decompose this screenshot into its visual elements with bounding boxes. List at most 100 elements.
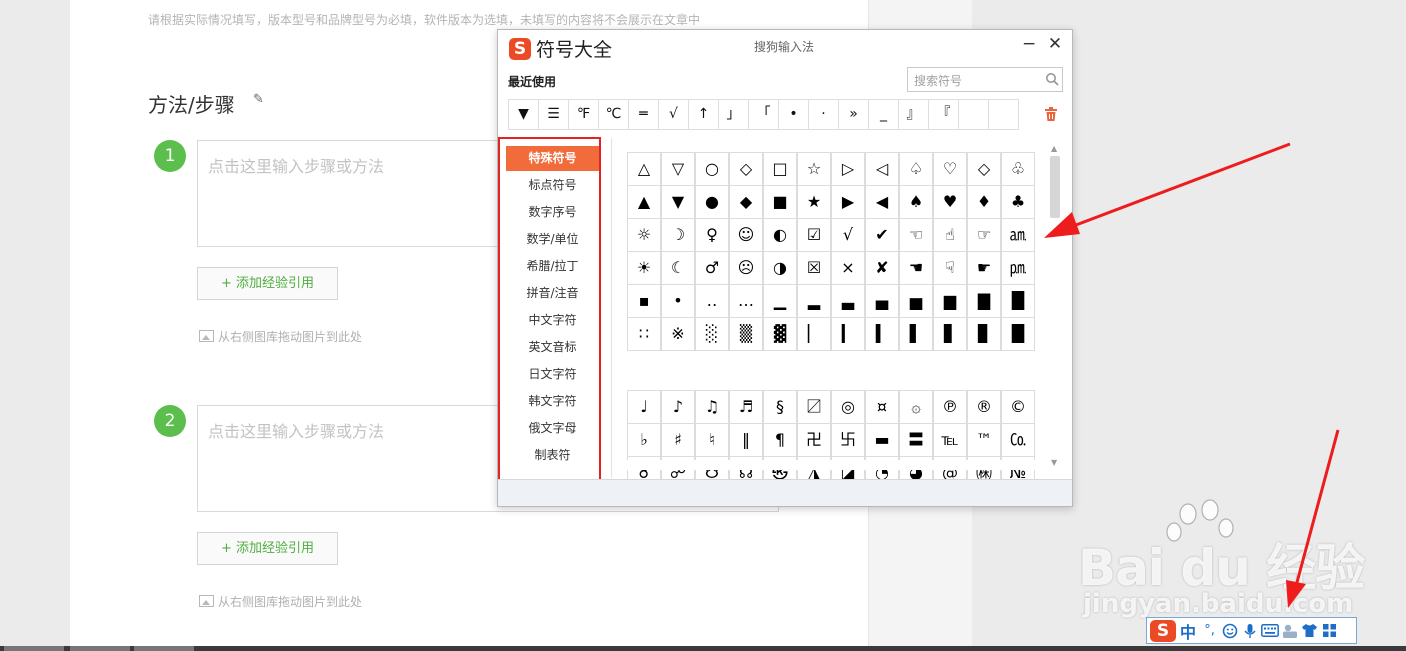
symbol-cell[interactable]: ▅ <box>899 284 933 318</box>
add-citation-button[interactable]: + 添加经验引用 <box>197 532 338 565</box>
sogou-ime-logo[interactable]: S <box>1150 619 1176 642</box>
symbol-cell[interactable]: ‥ <box>695 284 729 318</box>
symbol-cell[interactable]: ♠ <box>899 185 933 219</box>
recent-symbol[interactable]: » <box>838 99 869 130</box>
minimize-button[interactable]: − <box>1022 34 1036 54</box>
symbol-cell[interactable]: ♦ <box>967 185 1001 219</box>
category-item[interactable]: 英文音标 <box>506 335 599 360</box>
symbol-cell[interactable]: ※ <box>661 317 695 351</box>
symbol-cell[interactable]: 〼 <box>797 390 831 424</box>
symbol-cell[interactable]: ▼ <box>661 185 695 219</box>
symbol-cell[interactable]: ۞ <box>899 390 933 424</box>
recent-symbol[interactable]: ℃ <box>598 99 629 130</box>
symbol-cell[interactable]: ▎ <box>831 317 865 351</box>
symbol-cell[interactable]: ™ <box>967 423 1001 457</box>
symbol-cell[interactable]: ♭ <box>627 423 661 457</box>
recent-symbol[interactable]: · <box>808 99 839 130</box>
symbol-cell[interactable]: ▶ <box>831 185 865 219</box>
recent-symbol[interactable]: 』 <box>898 99 929 130</box>
recent-symbol[interactable]: ▼ <box>508 99 539 130</box>
category-item[interactable]: 希腊/拉丁 <box>506 254 599 279</box>
symbol-cell[interactable]: ♪ <box>661 390 695 424</box>
category-item[interactable]: 制表符 <box>506 443 599 468</box>
recent-symbol[interactable]: ℉ <box>568 99 599 130</box>
symbol-cell[interactable]: § <box>763 390 797 424</box>
category-item[interactable]: 拼音/注音 <box>506 281 599 306</box>
symbol-cell[interactable]: 卐 <box>831 423 865 457</box>
symbol-cell[interactable]: ☆ <box>797 152 831 186</box>
symbol-cell[interactable]: □ <box>763 152 797 186</box>
shirt-icon[interactable] <box>1300 621 1319 641</box>
symbol-cell[interactable]: ♯ <box>661 423 695 457</box>
symbol-cell[interactable]: ☛ <box>967 251 1001 285</box>
symbol-cell[interactable]: ♤ <box>899 152 933 186</box>
symbol-scrollbar[interactable]: ▲ ▼ <box>1049 144 1061 470</box>
symbol-cell[interactable]: ℡ <box>933 423 967 457</box>
microphone-icon[interactable] <box>1240 621 1259 641</box>
symbol-cell[interactable]: ◁ <box>865 152 899 186</box>
symbol-cell[interactable]: △ <box>627 152 661 186</box>
symbol-cell[interactable]: ☼ <box>627 218 661 252</box>
category-item[interactable]: 中文字符 <box>506 308 599 333</box>
toolbox-icon[interactable] <box>1280 621 1299 641</box>
recent-symbol[interactable]: ↑ <box>688 99 719 130</box>
symbol-cell[interactable]: ▬ <box>865 423 899 457</box>
symbol-cell[interactable]: ♫ <box>695 390 729 424</box>
recent-symbol[interactable] <box>988 99 1019 130</box>
taskbar-item[interactable] <box>4 646 64 651</box>
symbol-cell[interactable]: ♀ <box>695 218 729 252</box>
symbol-cell[interactable]: ✘ <box>865 251 899 285</box>
symbol-cell[interactable]: ◇ <box>729 152 763 186</box>
symbol-cell[interactable]: ♣ <box>1001 185 1035 219</box>
symbol-cell[interactable]: ☹ <box>729 251 763 285</box>
category-item[interactable]: 俄文字母 <box>506 416 599 441</box>
symbol-cell[interactable]: … <box>729 284 763 318</box>
symbol-cell[interactable]: ☽ <box>661 218 695 252</box>
symbol-cell[interactable]: ◎ <box>831 390 865 424</box>
symbol-cell[interactable]: ○ <box>695 152 729 186</box>
symbol-cell[interactable]: ▍ <box>865 317 899 351</box>
symbol-cell[interactable]: © <box>1001 390 1035 424</box>
recent-symbol[interactable]: √ <box>658 99 689 130</box>
symbol-cell[interactable]: ◐ <box>763 218 797 252</box>
symbol-cell[interactable]: ㏇ <box>1001 423 1035 457</box>
symbol-cell[interactable]: ▲ <box>627 185 661 219</box>
recent-symbol[interactable]: ═ <box>628 99 659 130</box>
symbol-cell[interactable]: ☝ <box>933 218 967 252</box>
symbol-cell[interactable]: ☒ <box>797 251 831 285</box>
symbol-cell[interactable]: √ <box>831 218 865 252</box>
symbol-cell[interactable]: ♡ <box>933 152 967 186</box>
symbol-cell[interactable]: █ <box>1001 317 1035 351</box>
keyboard-icon[interactable] <box>1260 621 1279 641</box>
symbol-cell[interactable]: ♥ <box>933 185 967 219</box>
symbol-cell[interactable]: ¤ <box>865 390 899 424</box>
recent-symbol[interactable]: ☰ <box>538 99 569 130</box>
ime-mode-toggle[interactable]: 中 <box>1180 619 1196 643</box>
scroll-thumb[interactable] <box>1050 156 1060 218</box>
symbol-cell[interactable]: ◇ <box>967 152 1001 186</box>
symbol-cell[interactable]: ▽ <box>661 152 695 186</box>
symbol-cell[interactable]: ▒ <box>729 317 763 351</box>
symbol-cell[interactable]: ▌ <box>899 317 933 351</box>
symbol-cell[interactable]: ▊ <box>967 317 1001 351</box>
symbol-cell[interactable]: ★ <box>797 185 831 219</box>
symbol-cell[interactable]: ¶ <box>763 423 797 457</box>
symbol-cell[interactable]: ☺ <box>729 218 763 252</box>
symbol-cell[interactable]: 〓 <box>899 423 933 457</box>
symbol-cell[interactable]: ㏘ <box>1001 251 1035 285</box>
scroll-down-icon[interactable]: ▼ <box>1051 458 1057 467</box>
symbol-cell[interactable]: ▏ <box>797 317 831 351</box>
symbol-cell[interactable]: ▂ <box>797 284 831 318</box>
category-item[interactable]: 标点符号 <box>506 173 599 198</box>
recent-symbol[interactable]: • <box>778 99 809 130</box>
symbol-cell[interactable]: ☑ <box>797 218 831 252</box>
symbol-cell[interactable]: 卍 <box>797 423 831 457</box>
symbol-cell[interactable]: ☚ <box>899 251 933 285</box>
symbol-cell[interactable]: ☀ <box>627 251 661 285</box>
symbol-cell[interactable]: ‖ <box>729 423 763 457</box>
symbol-cell[interactable]: ▪ <box>627 284 661 318</box>
taskbar-item[interactable] <box>70 646 130 651</box>
smiley-icon[interactable] <box>1220 621 1239 641</box>
symbol-cell[interactable]: ▷ <box>831 152 865 186</box>
recent-symbol[interactable] <box>958 99 989 130</box>
